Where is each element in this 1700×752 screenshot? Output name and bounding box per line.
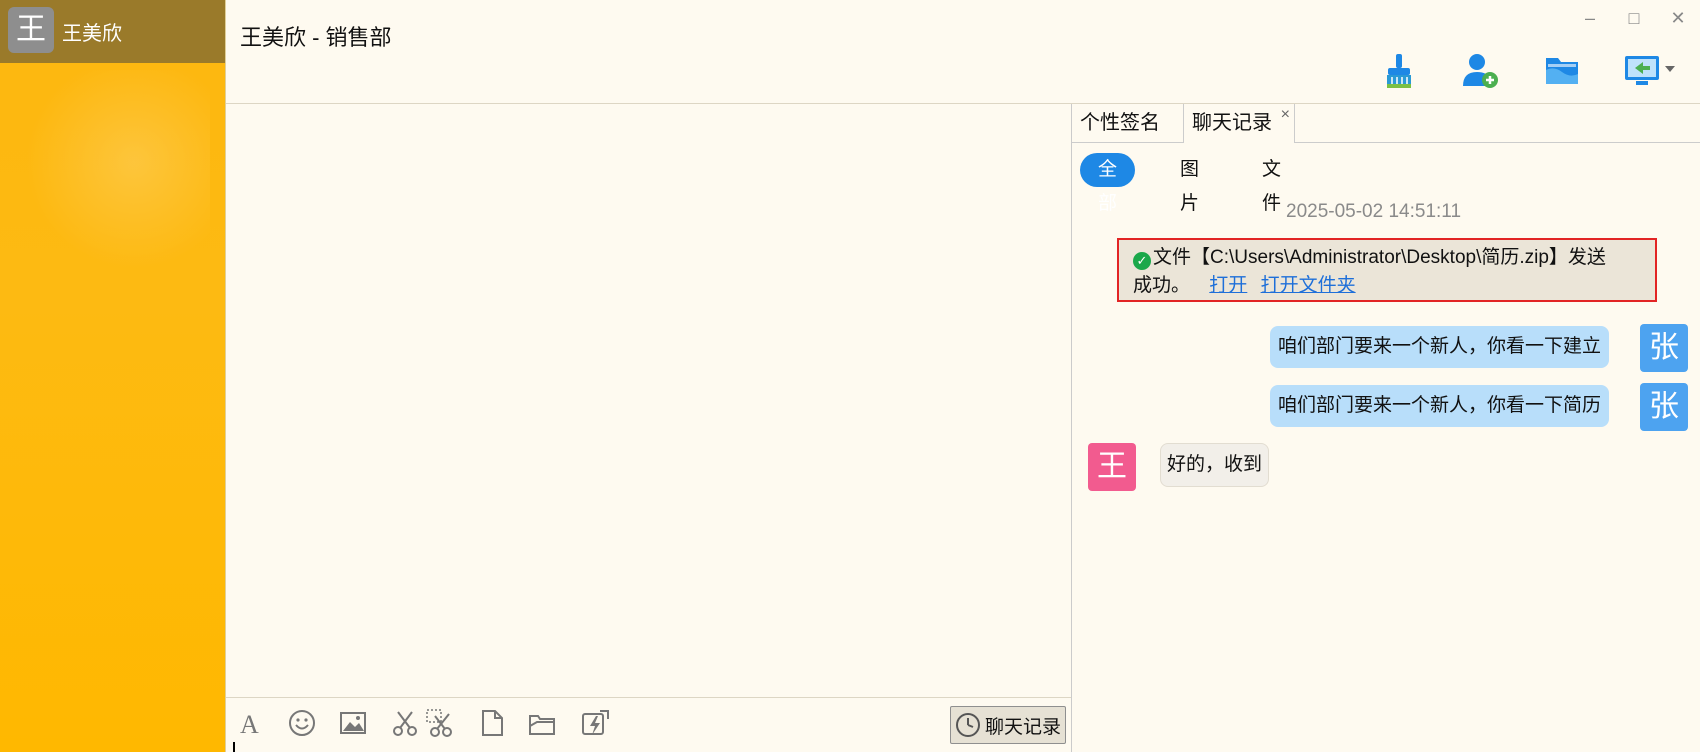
tab-signature[interactable]: 个性签名 [1072, 104, 1168, 142]
avatar[interactable]: 王 [1088, 443, 1136, 491]
file-icon[interactable] [477, 708, 507, 738]
emoji-icon[interactable] [287, 708, 317, 738]
divider [226, 697, 1071, 698]
filter-images[interactable]: 图片 [1162, 153, 1217, 214]
history-button[interactable]: 聊天记录 [950, 706, 1066, 744]
filter-files[interactable]: 文件 [1244, 153, 1299, 214]
add-contact-icon[interactable] [1458, 48, 1502, 92]
message-timestamp: 2025-05-02 14:51:11 [1286, 201, 1462, 222]
message-bubble: 咱们部门要来一个新人，你看一下简历 [1270, 385, 1610, 427]
close-button[interactable]: ✕ [1666, 6, 1690, 30]
message-input[interactable] [226, 104, 1071, 752]
message-bubble: 好的，收到 [1160, 443, 1270, 487]
folder-send-icon[interactable] [527, 708, 557, 738]
scissors-icon[interactable] [390, 708, 420, 738]
notice-text: 文件【C:\Users\Administrator\Desktop\简历.zip… [1153, 247, 1606, 268]
flash-icon[interactable] [580, 708, 610, 738]
sidebar-header: 王 王美欣 [0, 0, 225, 63]
maximize-button[interactable]: □ [1622, 6, 1646, 30]
tab-label: 聊天记录 [1192, 112, 1272, 134]
message-bubble: 咱们部门要来一个新人，你看一下建立 [1270, 326, 1610, 368]
open-file-link[interactable]: 打开 [1209, 275, 1247, 296]
folder-icon[interactable] [1540, 48, 1584, 92]
minimize-button[interactable]: – [1578, 6, 1602, 30]
avatar[interactable]: 王 [8, 7, 54, 53]
image-icon[interactable] [338, 708, 368, 738]
tab-chat-history[interactable]: 聊天记录 × [1183, 104, 1295, 143]
close-icon[interactable]: × [1281, 96, 1290, 134]
page-title: 王美欣 - 销售部 [240, 25, 392, 50]
font-icon[interactable]: A [236, 708, 266, 739]
open-folder-link[interactable]: 打开文件夹 [1261, 275, 1356, 296]
svg-text:A: A [240, 710, 259, 738]
file-sent-notice: ✓ 文件【C:\Users\Administrator\Desktop\简历.zi… [1117, 238, 1657, 302]
clock-icon [956, 713, 980, 737]
history-button-label: 聊天记录 [985, 716, 1062, 738]
sidebar: 王 王美欣 [0, 0, 225, 752]
avatar[interactable]: 张 [1640, 324, 1688, 372]
avatar[interactable]: 张 [1640, 383, 1688, 431]
remote-desktop-icon[interactable] [1621, 48, 1683, 92]
tab-bar: 个性签名 聊天记录 × [1072, 104, 1700, 143]
sidebar-user-name: 王美欣 [62, 23, 122, 45]
screenshot-icon[interactable] [425, 708, 455, 738]
brush-icon[interactable] [1377, 48, 1421, 92]
filter-all[interactable]: 全部 [1080, 153, 1136, 214]
sidebar-decoration [20, 70, 210, 300]
text-cursor [233, 742, 235, 752]
check-icon: ✓ [1133, 252, 1151, 270]
notice-text: 成功。 [1133, 275, 1191, 296]
